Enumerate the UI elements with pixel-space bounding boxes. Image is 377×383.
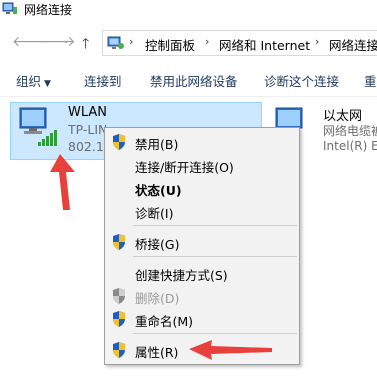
- wlan-adapter: 802.1: [68, 139, 104, 154]
- ethernet-status: 网络电缆被: [323, 124, 377, 138]
- network-adapter-icon: [19, 107, 57, 146]
- network-connections-app-icon: [2, 2, 17, 14]
- disable-device-button[interactable]: 禁用此网络设备: [150, 71, 238, 90]
- diagnose-connection-button[interactable]: 诊断这个连接: [264, 71, 339, 90]
- breadcrumb-control-panel[interactable]: 控制面板: [145, 35, 195, 54]
- menu-item-label: 桥接(G): [135, 237, 180, 252]
- uac-shield-icon: [113, 134, 125, 150]
- uac-shield-icon: [113, 342, 125, 358]
- menu-item-connect-disconnect[interactable]: 连接/断开连接(O): [105, 154, 299, 176]
- navigation-bar: 🡐 🡒 ⌄ 🡑 › 控制面板 › 网络和 Internet › 网络连接: [0, 28, 377, 56]
- wlan-name: WLAN: [68, 105, 108, 120]
- chevron-down-icon[interactable]: ⌄: [62, 35, 70, 46]
- address-bar[interactable]: › 控制面板 › 网络和 Internet › 网络连接: [102, 30, 377, 56]
- menu-separator: [133, 225, 297, 226]
- ethernet-adapter: Intel(R) Et: [323, 139, 377, 153]
- connect-to-button[interactable]: 连接到: [84, 71, 122, 90]
- wlan-ssid: TP-LIN: [68, 122, 108, 137]
- breadcrumb-network-connections[interactable]: 网络连接: [329, 35, 377, 54]
- arrow-up-icon[interactable]: 🡑: [82, 33, 89, 57]
- organize-label: 组织: [16, 74, 42, 89]
- control-panel-icon: [107, 36, 124, 49]
- menu-item-label: 重命名(M): [135, 314, 194, 329]
- menu-item-status[interactable]: 状态(U): [105, 177, 299, 199]
- menu-item-label: 连接/断开连接(O): [135, 160, 234, 175]
- menu-separator: [133, 256, 297, 257]
- menu-item-rename[interactable]: 重命名(M): [105, 308, 299, 330]
- menu-item-label: 创建快捷方式(S): [135, 268, 228, 283]
- menu-item-diagnose[interactable]: 诊断(I): [105, 200, 299, 222]
- breadcrumb-separator: ›: [205, 35, 210, 48]
- uac-shield-icon: [113, 288, 125, 304]
- dropdown-arrow-icon: ▼: [44, 79, 51, 89]
- breadcrumb-network-internet[interactable]: 网络和 Internet: [219, 35, 310, 54]
- uac-shield-icon: [113, 234, 125, 250]
- title-bar: 网络连接: [0, 0, 377, 22]
- menu-item-bridge[interactable]: 桥接(G): [105, 231, 299, 253]
- uac-shield-icon: [113, 311, 125, 327]
- menu-item-disable[interactable]: 禁用(B): [105, 131, 299, 153]
- menu-item-label: 属性(R): [135, 345, 179, 360]
- menu-item-create-shortcut[interactable]: 创建快捷方式(S): [105, 262, 299, 284]
- context-menu: 禁用(B) 连接/断开连接(O) 状态(U) 诊断(I) 桥接(G) 创建快捷方…: [104, 127, 300, 365]
- menu-item-label: 禁用(B): [135, 137, 179, 152]
- menu-separator: [133, 333, 297, 334]
- breadcrumb-separator: ›: [129, 35, 134, 48]
- menu-item-label: 删除(D): [135, 291, 180, 306]
- menu-item-label: 诊断(I): [135, 206, 174, 221]
- menu-item-label: 状态(U): [135, 183, 182, 198]
- rename-button[interactable]: 重: [364, 71, 377, 90]
- breadcrumb-separator: ›: [315, 35, 320, 48]
- menu-item-delete: 删除(D): [105, 285, 299, 307]
- menu-item-properties[interactable]: 属性(R): [105, 339, 299, 361]
- organize-button[interactable]: 组织 ▼: [16, 71, 51, 90]
- command-bar: 组织 ▼ 连接到 禁用此网络设备 诊断这个连接 重: [0, 62, 377, 97]
- window-title: 网络连接: [24, 3, 73, 17]
